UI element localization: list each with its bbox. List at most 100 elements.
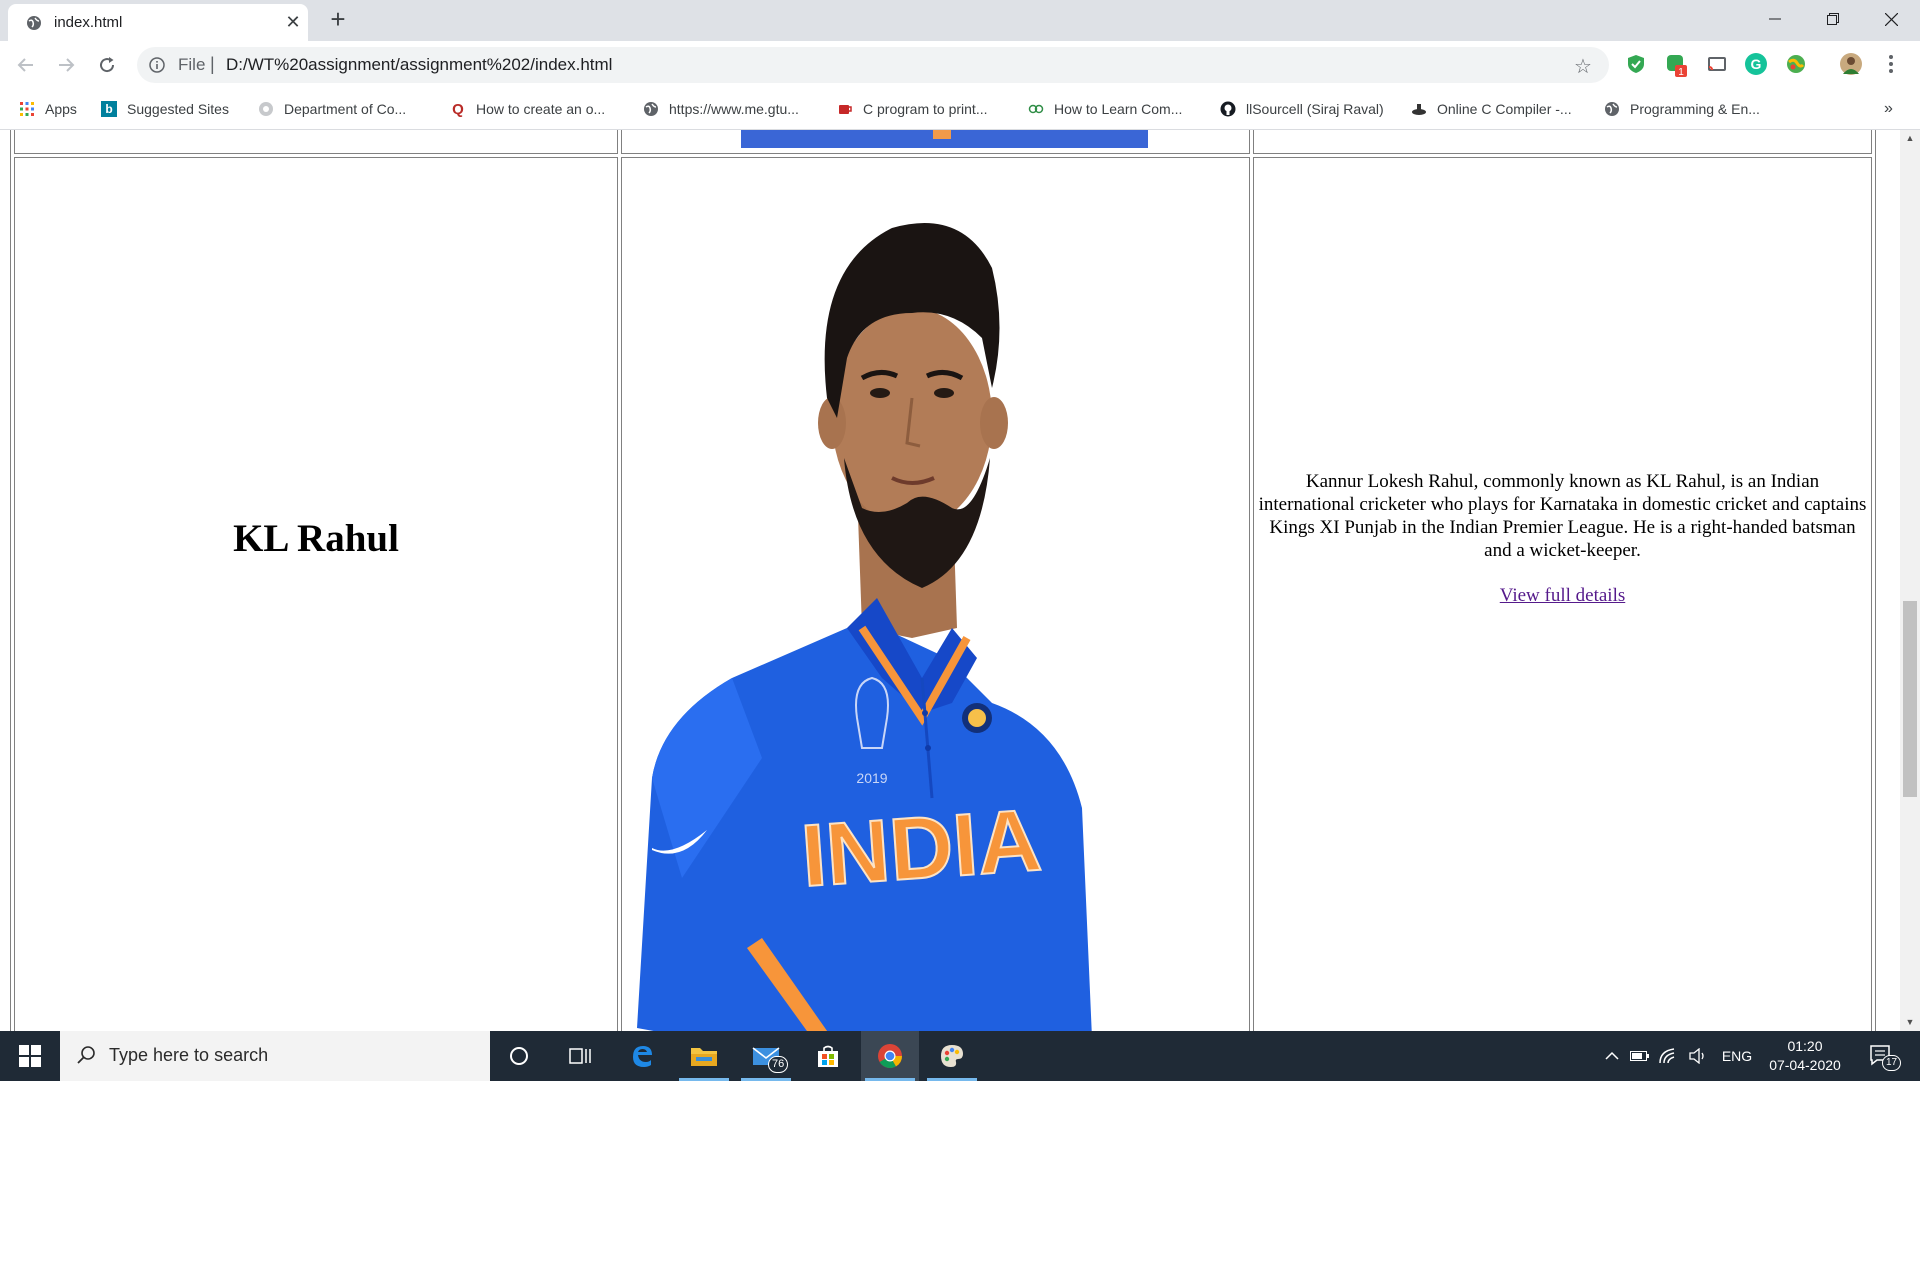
bookmark-label: https://www.me.gtu... (669, 101, 799, 117)
chrome-menu-icon[interactable] (1883, 53, 1899, 75)
shield-extension-icon[interactable] (1625, 53, 1647, 75)
bookmark-programming[interactable]: Programming & En... (1604, 99, 1760, 119)
paint-taskbar-button[interactable] (923, 1031, 981, 1081)
close-tab-icon[interactable]: ✕ (283, 12, 303, 32)
show-hidden-icons-button[interactable] (1600, 1031, 1624, 1081)
address-bar[interactable]: File | D:/WT%20assignment/assignment%202… (137, 47, 1609, 83)
restore-button[interactable] (1810, 0, 1856, 38)
clock-time: 01:20 (1787, 1038, 1823, 1054)
bookmarks-overflow-button[interactable]: » (1884, 99, 1893, 119)
bookmark-github[interactable]: llSourcell (Siraj Raval) (1220, 99, 1384, 119)
task-view-icon (569, 1048, 591, 1064)
previous-name-cell (14, 130, 618, 154)
info-icon[interactable] (149, 57, 165, 73)
store-button[interactable] (799, 1031, 857, 1081)
task-view-button[interactable] (551, 1031, 609, 1081)
minimize-icon (1769, 18, 1781, 20)
edge-taskbar-button[interactable] (613, 1031, 671, 1081)
bookmark-c-program[interactable]: C program to print... (837, 99, 988, 119)
bookmark-label: How to Learn Com... (1054, 101, 1183, 117)
svg-text:G: G (1751, 56, 1762, 72)
action-center-button[interactable]: 17 (1862, 1031, 1902, 1081)
globe-icon (644, 102, 658, 116)
player-photo-cell: 2019 INDIA (621, 157, 1250, 1031)
bookmark-label: How to create an o... (476, 101, 606, 117)
bookmark-quora[interactable]: Q How to create an o... (450, 99, 605, 119)
players-table: KL Rahul 2019 INDIA Kannur Lokesh Rahul,… (10, 130, 1876, 1031)
edge-icon (633, 1046, 652, 1067)
scrollbar-thumb[interactable] (1903, 601, 1917, 797)
jersey-india-text: INDIA (798, 790, 1044, 905)
start-button[interactable] (0, 1031, 60, 1081)
bookmark-label: Department of Co... (284, 101, 407, 117)
omnibox-separator: | (210, 54, 215, 74)
chrome-icon (878, 1044, 902, 1069)
tab-strip: index.html ✕ + (0, 0, 1920, 41)
chevron-up-icon (1605, 1051, 1619, 1060)
bookmark-gtu[interactable]: https://www.me.gtu... (643, 99, 799, 119)
arrow-left-icon (17, 58, 33, 72)
scroll-up-arrow-icon[interactable]: ▲ (1900, 130, 1920, 147)
bookmark-suggested-sites[interactable]: b Suggested Sites (101, 99, 229, 119)
cast-extension-icon[interactable] (1706, 53, 1728, 75)
globe-extension-icon[interactable] (1785, 53, 1807, 75)
forward-button[interactable] (52, 51, 80, 79)
mail-badge: 76 (768, 1056, 789, 1073)
previous-photo-cell (621, 130, 1250, 154)
bookmark-apps[interactable]: Apps (19, 99, 77, 119)
player-name-cell: KL Rahul (14, 157, 618, 1031)
browser-toolbar: File | D:/WT%20assignment/assignment%202… (0, 41, 1920, 89)
apps-grid-icon (20, 102, 34, 116)
globe-icon (27, 16, 41, 30)
player-name: KL Rahul (233, 516, 399, 560)
search-icon (77, 1046, 95, 1064)
new-tab-button[interactable]: + (326, 6, 350, 32)
description-text: Kannur Lokesh Rahul, commonly known as K… (1258, 470, 1867, 561)
chrome-taskbar-button[interactable] (861, 1031, 919, 1081)
svg-text:1: 1 (1678, 67, 1684, 78)
bookmark-label: C program to print... (863, 101, 988, 117)
view-full-details-link[interactable]: View full details (1500, 584, 1626, 607)
network-button[interactable] (1656, 1031, 1680, 1081)
profile-avatar[interactable] (1840, 53, 1862, 75)
clock-date: 07-04-2020 (1769, 1057, 1841, 1073)
speaker-icon (1689, 1048, 1704, 1064)
taskbar-clock[interactable]: 01:20 07-04-2020 (1755, 1037, 1855, 1075)
file-explorer-button[interactable] (675, 1031, 733, 1081)
grammarly-icon[interactable]: G (1745, 53, 1767, 75)
bookmark-learn[interactable]: How to Learn Com... (1028, 99, 1182, 119)
reload-button[interactable] (93, 51, 121, 79)
battery-icon (1630, 1051, 1649, 1061)
globe-icon (1605, 102, 1619, 116)
github-icon (1220, 101, 1236, 117)
minimize-button[interactable] (1752, 0, 1798, 38)
battery-button[interactable] (1628, 1031, 1652, 1081)
quora-icon: Q (452, 100, 464, 118)
player-description: Kannur Lokesh Rahul, commonly known as K… (1258, 470, 1867, 607)
bookmark-department[interactable]: Department of Co... (258, 99, 406, 119)
bookmark-label: llSourcell (Siraj Raval) (1246, 101, 1384, 117)
gear-badge-icon (259, 102, 273, 116)
url-text[interactable]: D:/WT%20assignment/assignment%202/index.… (226, 55, 612, 75)
page-scrollbar[interactable]: ▲ ▼ (1900, 130, 1920, 1031)
counter-extension-icon[interactable]: 1 (1665, 53, 1687, 78)
language-indicator[interactable]: ENG (1718, 1031, 1756, 1081)
bookmark-online-compiler[interactable]: Online C Compiler -... (1411, 99, 1572, 119)
mail-button[interactable]: 76 (737, 1031, 795, 1081)
table-row (14, 130, 1872, 154)
reload-icon (100, 57, 115, 73)
cortana-button[interactable] (490, 1031, 548, 1081)
arrow-right-icon (59, 58, 75, 72)
folder-icon (691, 1048, 717, 1066)
bookmarks-bar: Apps b Suggested Sites Department of Co.… (0, 89, 1920, 130)
volume-button[interactable] (1686, 1031, 1710, 1081)
close-window-button[interactable] (1868, 0, 1914, 38)
windows-logo-icon (19, 1045, 41, 1067)
taskbar-search-box[interactable]: Type here to search (60, 1031, 490, 1081)
bookmark-label: Apps (45, 101, 77, 117)
cup-icon (839, 105, 852, 114)
bookmark-star-icon[interactable]: ☆ (1574, 54, 1592, 79)
scroll-down-arrow-icon[interactable]: ▼ (1900, 1014, 1920, 1031)
back-button[interactable] (12, 51, 40, 79)
browser-tab[interactable]: index.html ✕ (8, 4, 308, 41)
